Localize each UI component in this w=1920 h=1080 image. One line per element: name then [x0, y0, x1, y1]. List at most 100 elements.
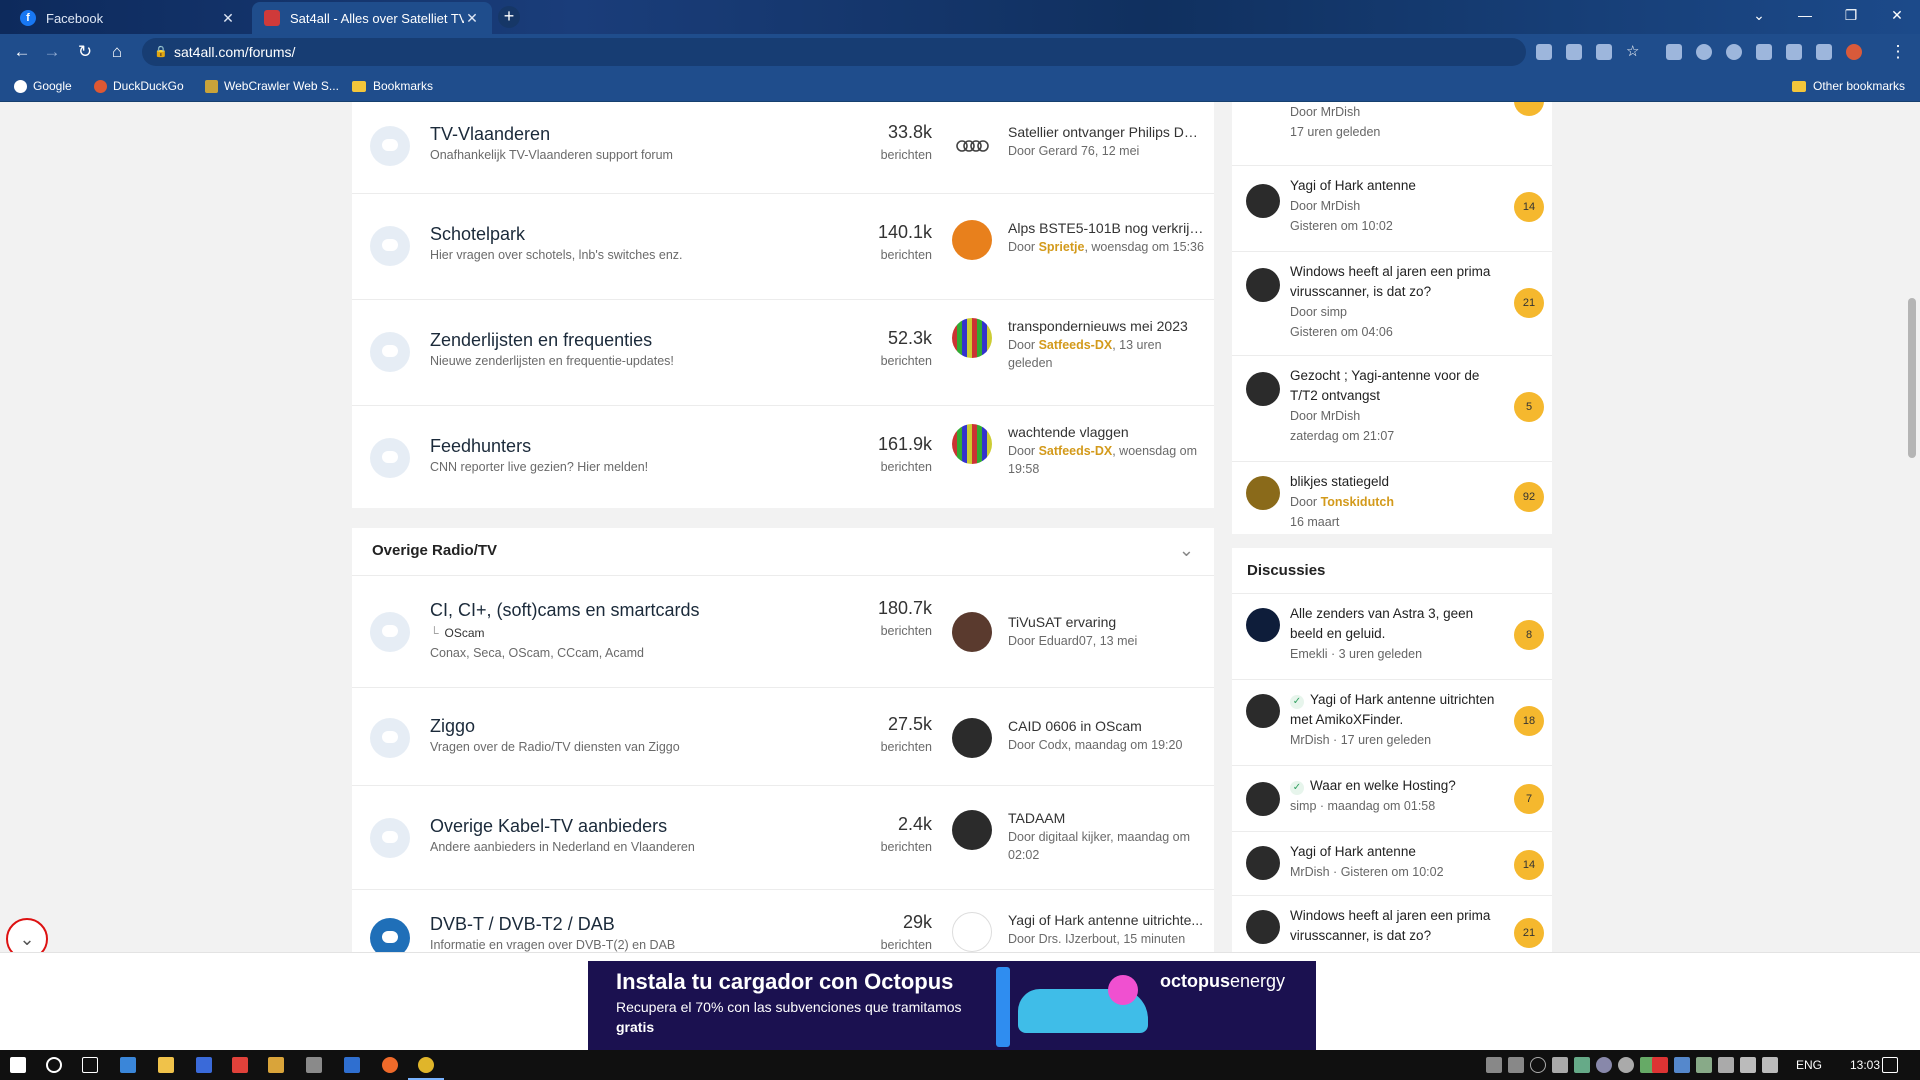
tab-sat4all[interactable]: Sat4all - Alles over Satelliet TV, Z ✕: [252, 2, 492, 34]
tray-icon[interactable]: [1618, 1057, 1634, 1073]
shield-icon[interactable]: [1674, 1057, 1690, 1073]
user-avatar[interactable]: [1246, 608, 1280, 642]
forum-title[interactable]: Feedhunters: [430, 436, 531, 457]
close-icon[interactable]: ✕: [220, 10, 236, 27]
puzzle-icon[interactable]: [1756, 44, 1772, 60]
other-bookmarks[interactable]: Other bookmarks: [1792, 78, 1905, 94]
default-avatar[interactable]: [1246, 846, 1280, 880]
category-header[interactable]: Overige Radio/TV ⌄: [352, 528, 1214, 576]
default-avatar[interactable]: [1246, 910, 1280, 944]
discussion-item[interactable]: ✓ Yagi of Hark antenne uitrichten met Ami…: [1232, 680, 1552, 766]
discussion-title[interactable]: Alle zenders van Astra 3, geen beeld en …: [1290, 604, 1498, 644]
forum-title[interactable]: Zenderlijsten en frequenties: [430, 330, 652, 351]
subforum-link[interactable]: └ OScam: [430, 626, 485, 640]
menu-kebab-icon[interactable]: ⋮: [1888, 42, 1908, 62]
windows-start-icon[interactable]: [10, 1057, 26, 1073]
user-link[interactable]: Tonskidutch: [1321, 495, 1394, 509]
last-post-title[interactable]: CAID 0606 in OScam: [1008, 718, 1204, 734]
language-indicator[interactable]: ENG: [1796, 1058, 1822, 1072]
last-post-title[interactable]: Satellier ontvanger Philips DS...: [1008, 124, 1204, 140]
extension-icon[interactable]: [1666, 44, 1682, 60]
extension-icon[interactable]: [1726, 44, 1742, 60]
default-avatar[interactable]: [1246, 372, 1280, 406]
tools-icon[interactable]: [268, 1057, 284, 1073]
audi-logo-avatar[interactable]: [952, 126, 992, 166]
tray-icon[interactable]: [1574, 1057, 1590, 1073]
user-avatar[interactable]: [952, 612, 992, 652]
share-icon[interactable]: [1596, 44, 1612, 60]
discussion-title[interactable]: Yagi of Hark antenne: [1290, 842, 1498, 862]
network-icon[interactable]: [1740, 1057, 1756, 1073]
reading-list-icon[interactable]: [1786, 44, 1802, 60]
default-avatar[interactable]: [1246, 184, 1280, 218]
app-icon[interactable]: [232, 1057, 248, 1073]
minimize-icon[interactable]: —: [1782, 0, 1828, 30]
last-post-title[interactable]: transpondernieuws mei 2023: [1008, 318, 1204, 334]
user-avatar[interactable]: [1246, 476, 1280, 510]
forum-title[interactable]: CI, CI+, (soft)cams en smartcards: [430, 600, 700, 621]
forum-row-zenderlijsten[interactable]: Zenderlijsten en frequenties Nieuwe zend…: [352, 300, 1214, 406]
app-icon[interactable]: [344, 1057, 360, 1073]
address-bar[interactable]: 🔒 sat4all.com/forums/: [142, 38, 1526, 66]
side-post-item[interactable]: Gezocht ; Yagi-antenne voor de T/T2 ontv…: [1232, 356, 1552, 462]
home-icon[interactable]: ⌂: [107, 42, 127, 62]
side-post-item[interactable]: Windows heeft al jaren een prima virussc…: [1232, 252, 1552, 356]
discussion-title[interactable]: ✓ Waar en welke Hosting?: [1290, 776, 1498, 796]
post-title[interactable]: blikjes statiegeld: [1290, 472, 1498, 492]
discussion-title[interactable]: Windows heeft al jaren een prima virussc…: [1290, 906, 1498, 946]
store-icon[interactable]: [120, 1057, 136, 1073]
close-icon[interactable]: ✕: [464, 10, 480, 27]
notifications-icon[interactable]: [1882, 1057, 1898, 1073]
forum-row-dvbt[interactable]: DVB-T / DVB-T2 / DAB Informatie en vrage…: [352, 890, 1214, 952]
tray-icon[interactable]: [1696, 1057, 1712, 1073]
forum-row-schotelpark[interactable]: Schotelpark Hier vragen over schotels, l…: [352, 194, 1214, 300]
forum-row-ziggo[interactable]: Ziggo Vragen over de Radio/TV diensten v…: [352, 688, 1214, 786]
last-post-title[interactable]: Alps BSTE5-101B nog verkrijg...: [1008, 220, 1204, 236]
octopus-ad[interactable]: Instala tu cargador con Octopus Recupera…: [588, 961, 1316, 1051]
star-icon[interactable]: ☆: [1626, 44, 1642, 60]
user-avatar[interactable]: [952, 220, 992, 260]
profile-avatar[interactable]: [1846, 44, 1862, 60]
forum-row-overige-kabel[interactable]: Overige Kabel-TV aanbieders Andere aanbi…: [352, 786, 1214, 890]
bookmark-webcrawler[interactable]: WebCrawler Web S...: [205, 78, 339, 94]
default-avatar[interactable]: [1246, 694, 1280, 728]
forum-title[interactable]: Ziggo: [430, 716, 475, 737]
page-scrollbar[interactable]: [1904, 102, 1920, 1050]
post-title[interactable]: Gezocht ; Yagi-antenne voor de T/T2 ontv…: [1290, 366, 1498, 406]
default-avatar[interactable]: [1246, 782, 1280, 816]
app-icon[interactable]: [306, 1057, 322, 1073]
firefox-icon[interactable]: [382, 1057, 398, 1073]
bookmark-google[interactable]: Google: [14, 78, 72, 94]
bookmark-folder[interactable]: Bookmarks: [352, 78, 433, 94]
forum-title[interactable]: Overige Kabel-TV aanbieders: [430, 816, 667, 837]
discussion-item[interactable]: ✓ Waar en welke Hosting? simp · maandag o…: [1232, 766, 1552, 832]
cloud-icon[interactable]: [1552, 1057, 1568, 1073]
discussion-title[interactable]: ✓ Yagi of Hark antenne uitrichten met Ami…: [1290, 690, 1498, 730]
sidebar-icon[interactable]: [1816, 44, 1832, 60]
post-title[interactable]: Windows heeft al jaren een prima virussc…: [1290, 262, 1498, 302]
tray-icon[interactable]: [1486, 1057, 1502, 1073]
forum-row-ci-cams[interactable]: CI, CI+, (soft)cams en smartcards └ OScam…: [352, 576, 1214, 688]
tray-icon[interactable]: [1596, 1057, 1612, 1073]
default-avatar[interactable]: [952, 810, 992, 850]
file-explorer-icon[interactable]: [158, 1057, 174, 1073]
word-icon[interactable]: [196, 1057, 212, 1073]
extension-icon[interactable]: [1696, 44, 1712, 60]
restore-icon[interactable]: ❐: [1828, 0, 1874, 30]
tab-facebook[interactable]: f Facebook ✕: [8, 2, 248, 34]
forum-title[interactable]: Schotelpark: [430, 224, 525, 245]
side-post-item[interactable]: Door MrDish 17 uren geleden: [1232, 102, 1552, 166]
tray-icon[interactable]: [1530, 1057, 1546, 1073]
user-link[interactable]: Satfeeds-DX: [1039, 444, 1113, 458]
bookmark-duckduckgo[interactable]: DuckDuckGo: [94, 78, 184, 94]
testcard-avatar[interactable]: [952, 318, 992, 358]
reload-icon[interactable]: ↻: [75, 42, 95, 62]
forward-icon[interactable]: →: [42, 42, 62, 62]
tray-icon[interactable]: [1652, 1057, 1668, 1073]
task-view-icon[interactable]: [82, 1057, 98, 1073]
testcard-avatar[interactable]: [952, 424, 992, 464]
new-tab-button[interactable]: +: [498, 6, 520, 28]
discussion-item[interactable]: Yagi of Hark antenne MrDish · Gisteren o…: [1232, 832, 1552, 896]
discussion-item[interactable]: Alle zenders van Astra 3, geen beeld en …: [1232, 594, 1552, 680]
side-post-item[interactable]: blikjes statiegeld Door Tonskidutch 16 m…: [1232, 462, 1552, 534]
